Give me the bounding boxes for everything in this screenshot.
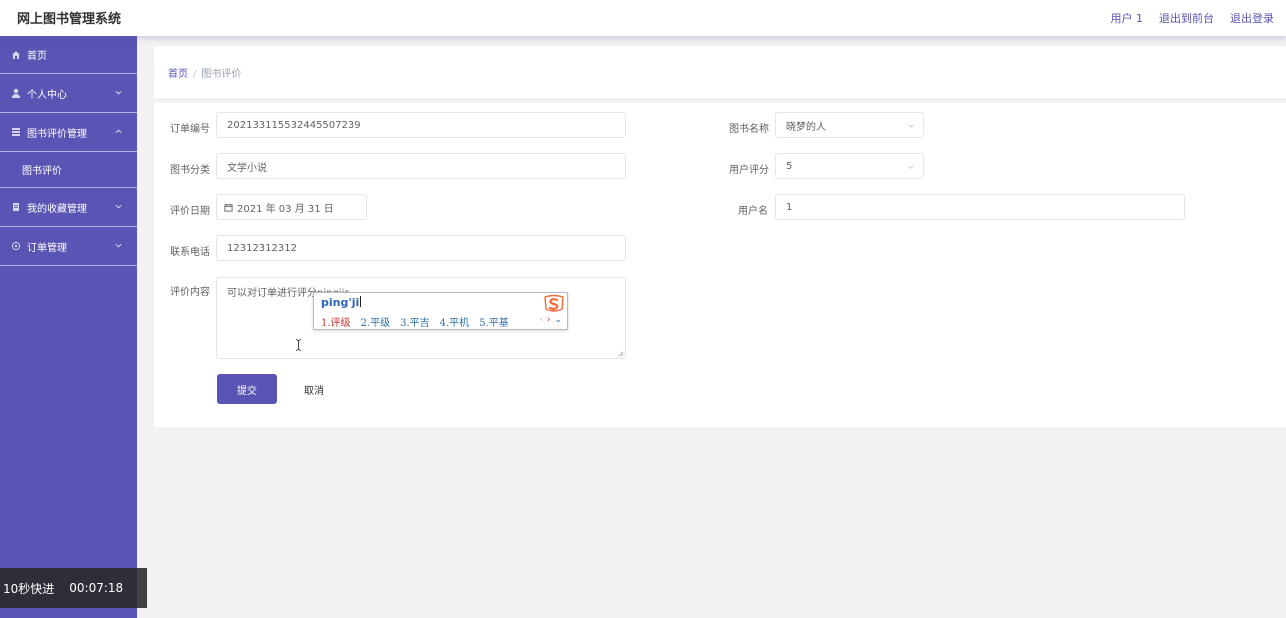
phone-label: 联系电话 <box>170 247 210 258</box>
category-value: 文学小说 <box>227 162 267 174</box>
sidebar-item-home[interactable]: 首页 <box>0 36 137 74</box>
rating-select[interactable]: 5 <box>775 153 924 179</box>
ime-candidate-list: 1.评级 2.平级 3.平吉 4.平机 5.平基 <box>321 314 509 329</box>
ime-pinyin-input: ping'ji <box>321 296 362 309</box>
rating-value: 5 <box>786 160 793 172</box>
chevron-down-icon <box>115 204 122 209</box>
content-label: 评价内容 <box>170 287 210 298</box>
breadcrumb-current: 图书评价 <box>201 69 242 80</box>
sidebar-item-label: 订单管理 <box>27 242 67 254</box>
ime-candidate-4[interactable]: 4.平机 <box>440 314 470 329</box>
ime-candidate-1[interactable]: 1.评级 <box>321 314 351 329</box>
review-form: 订单编号 202133115532445507239 图书名称 晓梦的人 图书分… <box>154 103 1286 427</box>
phone-field[interactable]: 12312312312 <box>216 235 626 261</box>
order-no-value: 202133115532445507239 <box>227 119 361 131</box>
category-label: 图书分类 <box>170 165 210 176</box>
chevron-down-icon <box>908 165 914 169</box>
text-cursor-icon <box>295 339 302 351</box>
rating-label: 用户评分 <box>729 165 769 176</box>
logout-link[interactable]: 退出登录 <box>1230 10 1274 26</box>
phone-value: 12312312312 <box>227 242 297 254</box>
breadcrumb-panel: 首页 / 图书评价 <box>154 46 1286 98</box>
chevron-up-icon <box>115 129 122 134</box>
exit-to-frontend-link[interactable]: 退出到前台 <box>1159 10 1214 26</box>
sidebar-item-personal[interactable]: 个人中心 <box>0 74 137 113</box>
sogou-logo-icon <box>544 294 564 312</box>
book-name-select[interactable]: 晓梦的人 <box>775 112 924 138</box>
fast-forward-button[interactable]: 10秒快进 <box>3 580 54 597</box>
ime-candidate-2[interactable]: 2.平级 <box>361 314 391 329</box>
book-name-label: 图书名称 <box>729 124 769 135</box>
breadcrumb-home[interactable]: 首页 <box>168 69 188 80</box>
sidebar-item-label: 图书评价管理 <box>27 128 87 140</box>
ime-nav: ‹ › ⌄ <box>539 315 562 325</box>
document-icon <box>11 202 21 212</box>
sidebar-item-favorites-management[interactable]: 我的收藏管理 <box>0 188 137 227</box>
resize-handle-icon[interactable] <box>617 350 624 357</box>
ime-expand-icon[interactable]: ⌄ <box>554 315 562 325</box>
top-header: 网上图书管理系统 用户 1 退出到前台 退出登录 <box>0 0 1286 36</box>
calendar-icon <box>224 203 233 212</box>
app-title: 网上图书管理系统 <box>17 12 122 27</box>
ime-pinyin-text: ping'ji <box>321 296 360 309</box>
chevron-down-icon <box>115 243 122 248</box>
submit-button[interactable]: 提交 <box>217 374 277 404</box>
username-value: 1 <box>786 201 793 213</box>
sidebar-item-label: 我的收藏管理 <box>27 203 87 215</box>
date-picker[interactable]: 2021 年 03 月 31 日 <box>216 194 367 220</box>
sidebar: 首页 个人中心 图书评价管理 图书评价 我的收藏管理 订单管理 <box>0 36 137 618</box>
breadcrumb: 首页 / 图书评价 <box>168 65 241 80</box>
header-links: 用户 1 退出到前台 退出登录 <box>1111 10 1275 26</box>
home-icon <box>11 50 21 60</box>
user-menu-link[interactable]: 用户 1 <box>1111 10 1144 26</box>
user-icon <box>11 88 21 98</box>
ime-next-icon[interactable]: › <box>547 315 551 325</box>
username-label: 用户名 <box>738 206 768 217</box>
chevron-down-icon <box>908 124 914 128</box>
ime-candidate-popup: ping'ji 1.评级 2.平级 3.平吉 4.平机 5.平基 ‹ › ⌄ <box>313 292 568 330</box>
breadcrumb-separator: / <box>193 69 197 80</box>
sidebar-item-order-management[interactable]: 订单管理 <box>0 227 137 266</box>
list-icon <box>11 127 21 137</box>
ime-candidate-5[interactable]: 5.平基 <box>479 314 509 329</box>
ime-candidate-3[interactable]: 3.平吉 <box>400 314 430 329</box>
date-value: 2021 年 03 月 31 日 <box>237 203 334 215</box>
sidebar-item-label: 个人中心 <box>27 89 67 101</box>
sidebar-item-review-management[interactable]: 图书评价管理 <box>0 113 137 152</box>
sidebar-item-book-review[interactable]: 图书评价 <box>0 152 137 188</box>
book-name-value: 晓梦的人 <box>786 121 826 133</box>
username-field[interactable]: 1 <box>775 194 1185 220</box>
category-field[interactable]: 文学小说 <box>216 153 626 179</box>
ime-prev-icon[interactable]: ‹ <box>539 315 543 325</box>
chevron-down-icon <box>115 90 122 95</box>
ime-caret <box>360 296 362 307</box>
settings-icon <box>11 241 21 251</box>
sidebar-item-label: 图书评价 <box>22 166 62 177</box>
order-no-field[interactable]: 202133115532445507239 <box>216 112 626 138</box>
date-label: 评价日期 <box>170 206 210 217</box>
sidebar-item-label: 首页 <box>27 51 47 62</box>
cancel-button[interactable]: 取消 <box>294 374 334 404</box>
video-controls: 10秒快进 00:07:18 <box>0 568 147 608</box>
video-time: 00:07:18 <box>69 581 124 595</box>
order-no-label: 订单编号 <box>170 124 210 135</box>
